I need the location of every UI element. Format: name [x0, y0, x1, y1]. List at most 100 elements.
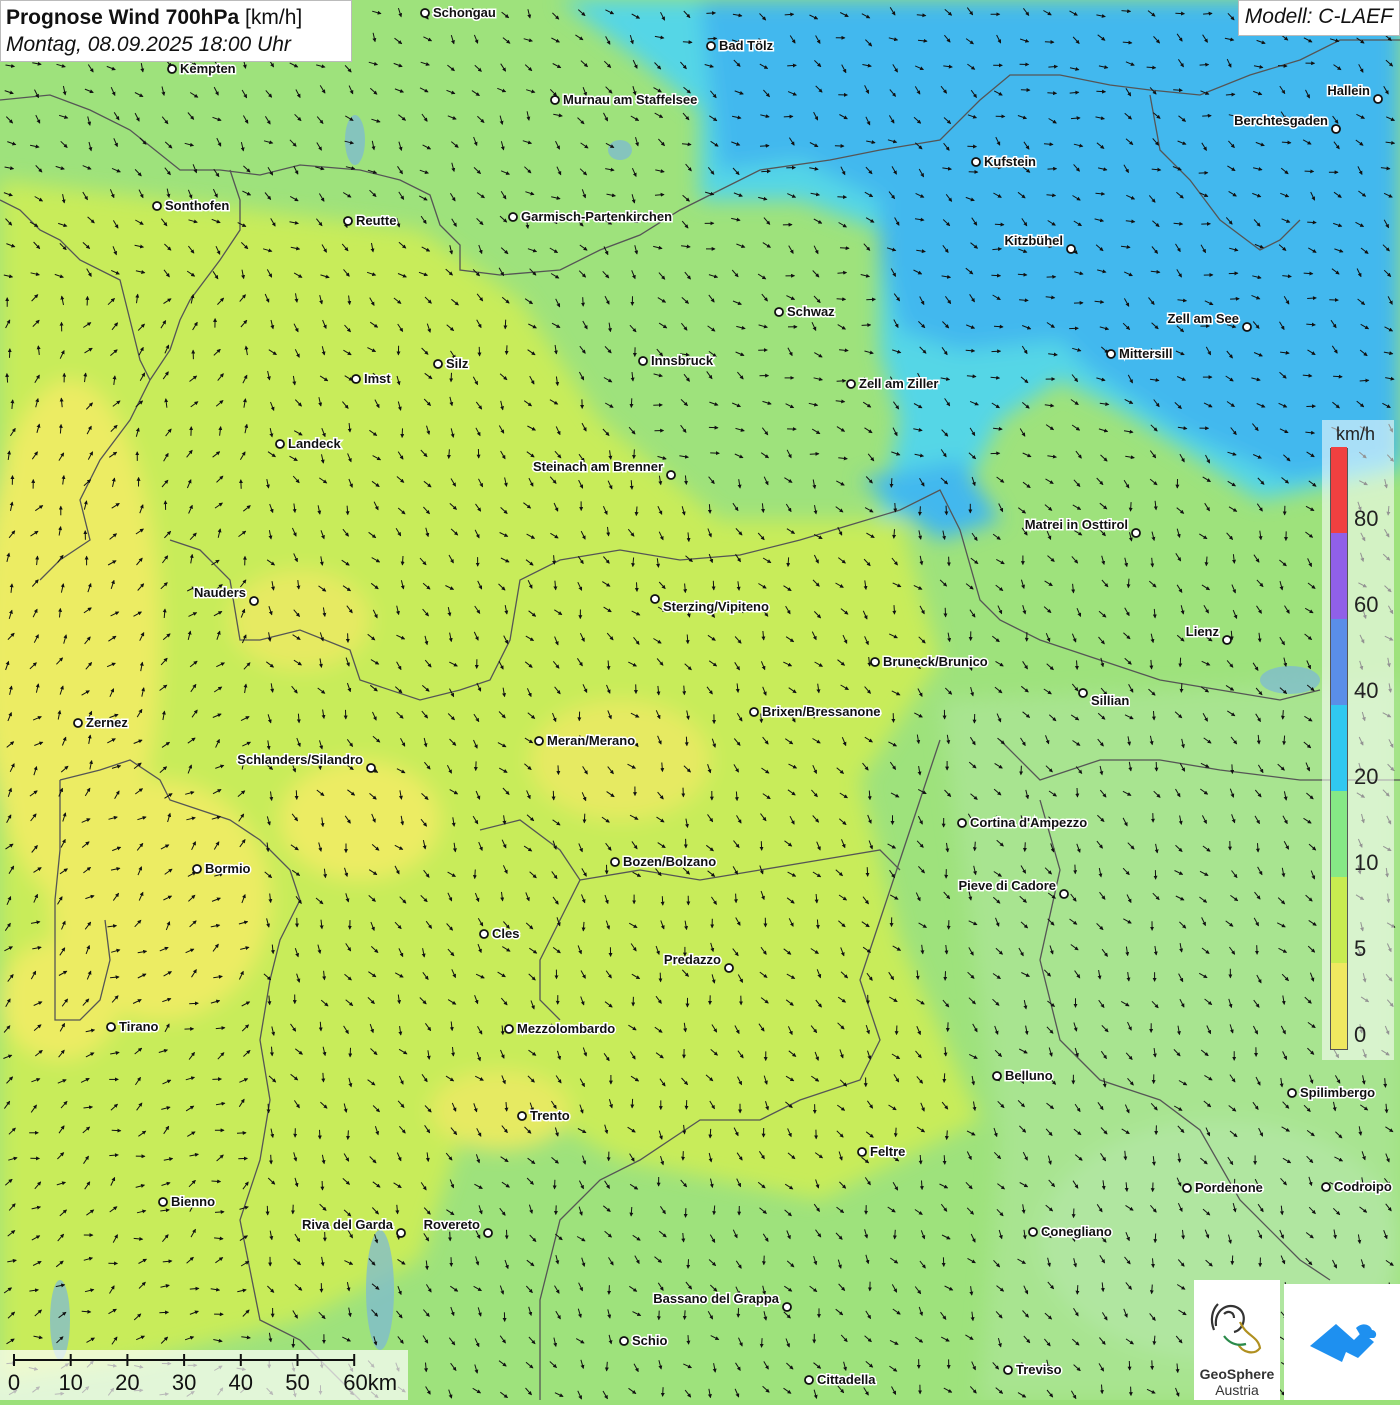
place-label: Cles: [492, 926, 519, 941]
place-label: Imst: [364, 371, 391, 386]
place-dot: [1243, 323, 1251, 331]
place-label: Belluno: [1005, 1068, 1053, 1083]
place-garmisch-partenkirchen: Garmisch-Partenkirchen: [509, 209, 672, 224]
place-label: Kempten: [180, 61, 236, 76]
place-dot: [421, 9, 429, 17]
place-dot: [805, 1376, 813, 1384]
place-dot: [352, 375, 360, 383]
place-label: Garmisch-Partenkirchen: [521, 209, 672, 224]
place-cortina-d-ampezzo: Cortina d'Ampezzo: [958, 815, 1087, 830]
place-dot: [750, 708, 758, 716]
place-label: Kufstein: [984, 154, 1036, 169]
place-dot: [725, 964, 733, 972]
geosphere-logo-icon: [1194, 1286, 1280, 1366]
place-label: Hallein: [1327, 83, 1370, 98]
place-dot: [107, 1023, 115, 1031]
place-label: Nauders: [194, 585, 246, 600]
color-legend: km/h 806040201050: [1322, 420, 1394, 1060]
place-label: Bassano del Grappa: [653, 1291, 779, 1306]
place-label: Feltre: [870, 1144, 905, 1159]
scale-label: 0: [8, 1370, 20, 1396]
place-dot: [1004, 1366, 1012, 1374]
legend-segment: [1331, 447, 1347, 533]
legend-segment: [1331, 791, 1347, 877]
place-dot: [847, 380, 855, 388]
place-label: Innsbruck: [651, 353, 714, 368]
place-label: Cittadella: [817, 1372, 876, 1387]
place-label: Schio: [632, 1333, 667, 1348]
place-dot: [535, 737, 543, 745]
place-dot: [1223, 636, 1231, 644]
legend-tick-label: 10: [1354, 852, 1378, 874]
place-dot: [1332, 125, 1340, 133]
legend-segment: [1331, 877, 1347, 963]
place-label: Conegliano: [1041, 1224, 1112, 1239]
place-label: Bad Tölz: [719, 38, 774, 53]
scale-label: 60km: [343, 1370, 397, 1396]
scale-label: 40: [229, 1370, 253, 1396]
legend-segment: [1331, 963, 1347, 1049]
legend-tick-label: 60: [1354, 594, 1378, 616]
place-dot: [367, 764, 375, 772]
legend-tick-label: 5: [1354, 938, 1366, 960]
place-dot: [434, 360, 442, 368]
geosphere-logo: GeoSphere Austria: [1194, 1280, 1280, 1400]
place-dot: [168, 65, 176, 73]
place-label: Schlanders/Silandro: [237, 752, 363, 767]
place-label: Landeck: [288, 436, 342, 451]
place-label: Bruneck/Brunico: [883, 654, 988, 669]
place-meran-merano: Meran/Merano: [535, 733, 635, 748]
place-label: Spilimbergo: [1300, 1085, 1375, 1100]
place-label: Matrei in Osttirol: [1025, 517, 1128, 532]
scale-label: 30: [172, 1370, 196, 1396]
place-dot: [397, 1229, 405, 1237]
place-label: Mittersill: [1119, 346, 1172, 361]
place-label: Meran/Merano: [547, 733, 635, 748]
place-label: Trento: [530, 1108, 570, 1123]
place-dot: [484, 1229, 492, 1237]
place-spilimbergo: Spilimbergo: [1288, 1085, 1375, 1100]
place-dot: [1079, 689, 1087, 697]
place-label: Predazzo: [664, 952, 721, 967]
place-label: Rovereto: [424, 1217, 480, 1232]
place-label: Codroipo: [1334, 1179, 1392, 1194]
place-dot: [775, 308, 783, 316]
scale-label: 10: [58, 1370, 82, 1396]
place-dot: [74, 719, 82, 727]
place-dot: [620, 1337, 628, 1345]
place-label: Berchtesgaden: [1234, 113, 1328, 128]
place-dot: [611, 858, 619, 866]
place-label: Schwaz: [787, 304, 835, 319]
place-label: Pieve di Cadore: [958, 878, 1056, 893]
place-label: Schongau: [433, 5, 496, 20]
place-label: Bozen/Bolzano: [623, 854, 716, 869]
place-dot: [518, 1112, 526, 1120]
place-dot: [651, 595, 659, 603]
forecast-datetime: Montag, 08.09.2025 18:00 Uhr: [6, 32, 346, 58]
place-label: Kitzbühel: [1005, 233, 1064, 248]
place-murnau-am-staffelsee: Murnau am Staffelsee: [551, 92, 697, 107]
place-label: Lienz: [1186, 624, 1220, 639]
geosphere-logo-line2: Austria: [1194, 1382, 1280, 1398]
place-dot: [1322, 1183, 1330, 1191]
place-label: Sterzing/Vipiteno: [663, 599, 769, 614]
place-sonthofen: Sonthofen: [153, 198, 229, 213]
place-dot: [344, 217, 352, 225]
place-dot: [193, 865, 201, 873]
place-label: Riva del Garda: [302, 1217, 394, 1232]
place-dot: [1132, 529, 1140, 537]
place-dot: [509, 213, 517, 221]
legend-unit: km/h: [1336, 424, 1375, 445]
place-conegliano: Conegliano: [1029, 1224, 1112, 1239]
place-dot: [250, 597, 258, 605]
wind-map: Schongau Bad Tölz Kempten Hallein Murnau am …: [0, 0, 1400, 1400]
place-label: Pordenone: [1195, 1180, 1263, 1195]
place-label: Zernez: [86, 715, 128, 730]
place-dot: [1067, 245, 1075, 253]
place-label: Reutte: [356, 213, 396, 228]
place-dot: [972, 158, 980, 166]
place-dot: [1374, 95, 1382, 103]
geosphere-logo-line1: GeoSphere: [1194, 1366, 1280, 1382]
place-dot: [1060, 890, 1068, 898]
title-unit: [km/h]: [245, 6, 302, 29]
